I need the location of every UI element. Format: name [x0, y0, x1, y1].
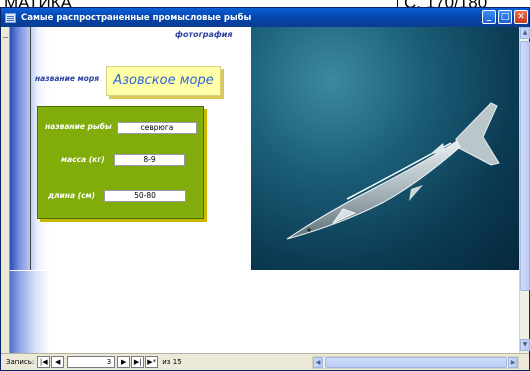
vertical-scrollbar[interactable]: ▲ ▼ — [519, 27, 530, 353]
length-label: длина (см) — [48, 191, 96, 200]
next-record-button[interactable]: ▶ — [117, 356, 131, 368]
form-body: фотография название моря Азовское море н… — [1, 27, 530, 353]
scroll-down-button[interactable]: ▼ — [520, 339, 530, 351]
new-record-button[interactable]: ▶* — [145, 356, 159, 368]
scroll-left-button[interactable]: ◀ — [313, 357, 323, 368]
first-record-button[interactable]: |◀ — [37, 356, 51, 368]
record-count: из 15 — [162, 358, 182, 366]
fish-info-panel: название рыбы севрюга масса (кг) 8-9 дли… — [37, 106, 204, 219]
window-title: Самые распространенные промысловые рыбы — [21, 12, 252, 23]
fish-name-field[interactable]: севрюга — [117, 122, 197, 134]
photo-label: фотография — [175, 30, 233, 39]
horizontal-scrollbar[interactable]: ◀ ▶ — [312, 356, 519, 369]
sea-name-label: название моря — [35, 74, 100, 83]
scroll-up-button[interactable]: ▲ — [520, 27, 530, 39]
form-footer-area — [10, 271, 519, 353]
access-form-window: Самые распространенные промысловые рыбы … — [0, 7, 530, 371]
mass-label: масса (кг) — [61, 155, 105, 164]
horizontal-scroll-thumb[interactable] — [325, 357, 507, 368]
scroll-right-button[interactable]: ▶ — [508, 357, 518, 368]
sturgeon-image — [286, 102, 500, 240]
minimize-button[interactable]: _ — [482, 10, 496, 24]
previous-record-button[interactable]: ◀ — [51, 356, 65, 368]
detail-section: фотография название моря Азовское море н… — [10, 27, 519, 270]
fields-pane: фотография название моря Азовское море н… — [10, 27, 251, 270]
maximize-button[interactable]: □ — [498, 10, 512, 24]
record-label: Запись: — [6, 358, 35, 366]
fish-photo — [251, 27, 519, 270]
window-controls: _ □ ✕ — [482, 10, 528, 24]
selector-mark — [3, 37, 8, 38]
current-record-input[interactable]: 3 — [67, 356, 116, 368]
sea-name-value: Азовское море — [113, 73, 214, 88]
last-record-button[interactable]: ▶| — [131, 356, 145, 368]
section-divider — [30, 27, 31, 270]
vertical-scroll-thumb[interactable] — [520, 41, 530, 291]
length-field[interactable]: 50-80 — [104, 190, 186, 202]
form-icon[interactable] — [5, 12, 16, 23]
title-bar[interactable]: Самые распространенные промысловые рыбы … — [1, 8, 529, 27]
close-button[interactable]: ✕ — [514, 10, 528, 24]
fish-name-label: название рыбы — [45, 122, 112, 131]
mass-field[interactable]: 8-9 — [114, 154, 185, 166]
sea-name-field[interactable]: Азовское море — [106, 66, 221, 96]
screen: МАТИКА С. 170/180 Самые распространенные… — [0, 0, 530, 371]
footer-gradient — [10, 271, 50, 353]
record-navigation-bar: Запись: |◀ ◀ 3 ▶ ▶| ▶* из 15 ◀ ▶ — [1, 353, 529, 370]
record-selector[interactable] — [1, 27, 10, 353]
